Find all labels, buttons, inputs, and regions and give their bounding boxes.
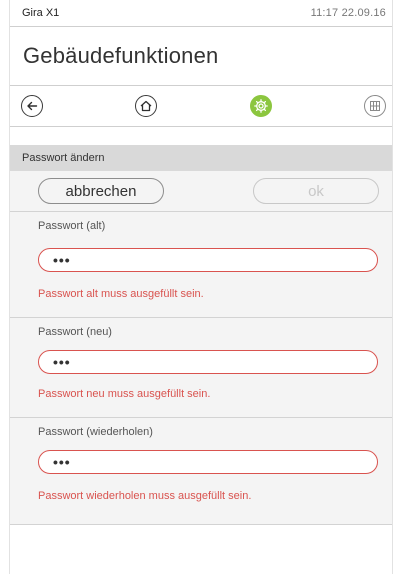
repeat-password-error: Passwort wiederholen muss ausgefüllt sei… [38, 490, 252, 502]
status-bar: Gira X1 11:17 22.09.16 [10, 0, 392, 27]
back-button[interactable] [21, 95, 43, 117]
settings-button[interactable] [249, 95, 272, 117]
back-arrow-icon [27, 101, 38, 111]
grid-icon [369, 101, 380, 111]
home-button[interactable] [135, 95, 158, 117]
old-password-field: Passwort (alt) ••• Passwort alt muss aus… [10, 212, 392, 318]
old-password-input[interactable]: ••• [38, 248, 378, 272]
nav-bar [10, 85, 392, 127]
ok-button[interactable]: ok [253, 178, 379, 204]
home-icon [140, 100, 152, 112]
app-frame: Gira X1 11:17 22.09.16 Gebäudefunktionen [9, 0, 393, 574]
repeat-password-label: Passwort (wiederholen) [38, 426, 153, 438]
repeat-password-input[interactable]: ••• [38, 450, 378, 474]
page-title: Gebäudefunktionen [23, 43, 219, 68]
grid-view-button[interactable] [363, 95, 386, 117]
repeat-password-field: Passwort (wiederholen) ••• Passwort wied… [10, 418, 392, 525]
new-password-error: Passwort neu muss ausgefüllt sein. [38, 388, 211, 400]
cancel-button[interactable]: abbrechen [38, 178, 164, 204]
settings-gear-icon [253, 99, 268, 113]
old-password-error: Passwort alt muss ausgefüllt sein. [38, 288, 204, 300]
new-password-input[interactable]: ••• [38, 350, 378, 374]
password-change-form: Passwort ändern abbrechen ok Passwort (a… [10, 145, 392, 525]
new-password-label: Passwort (neu) [38, 326, 112, 338]
app-name: Gira X1 [22, 7, 60, 19]
action-row: abbrechen ok [10, 171, 392, 212]
old-password-label: Passwort (alt) [38, 220, 106, 232]
section-header: Passwort ändern [10, 145, 392, 171]
new-password-field: Passwort (neu) ••• Passwort neu muss aus… [10, 318, 392, 418]
clock-date: 11:17 22.09.16 [310, 7, 386, 19]
